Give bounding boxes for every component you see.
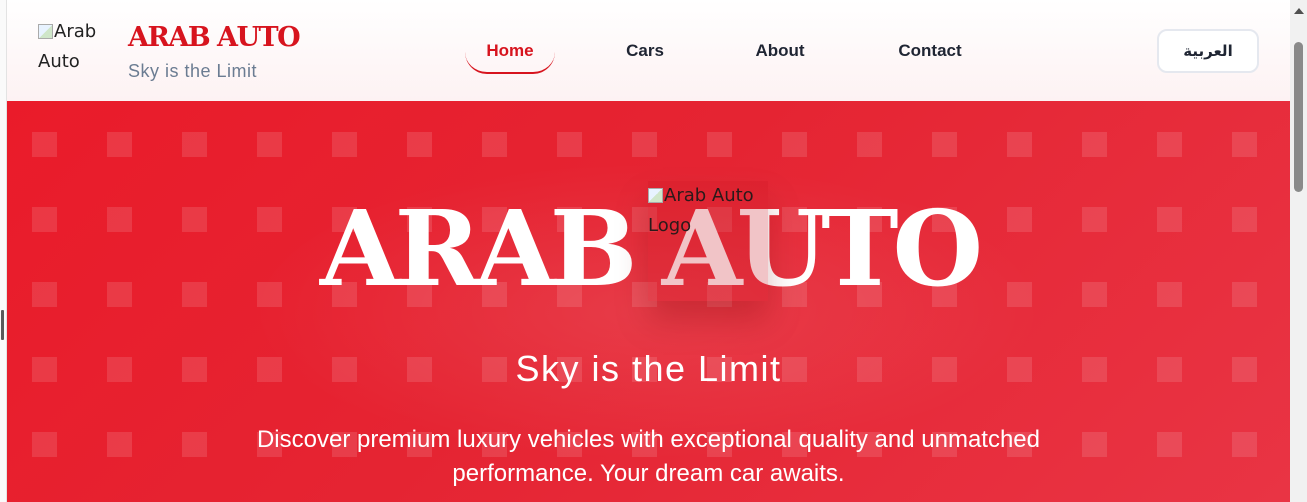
pattern-square [407,132,432,157]
pattern-square [1082,132,1107,157]
pattern-square [32,132,57,157]
brand-tagline: Sky is the Limit [128,61,258,81]
page-viewport: Arab Auto ARAB AUTO Sky is the Limit Hom… [7,0,1290,502]
pattern-square [632,132,657,157]
language-toggle-button[interactable]: العربية [1157,29,1259,73]
nav-cars[interactable]: Cars [610,26,680,74]
pattern-square [182,432,207,457]
hero-logo-alt: Arab Auto Logo [648,185,754,236]
hero-section: ARAB AUTO Arab Auto Logo Sky is the Limi… [7,101,1290,502]
pattern-square [182,132,207,157]
nav-home[interactable]: Home [465,26,555,74]
hero-logo-image: Arab Auto Logo [648,181,768,301]
pattern-square [707,132,732,157]
pattern-square [107,432,132,457]
pattern-square [1157,132,1182,157]
pattern-square [107,132,132,157]
window-left-edge [0,0,7,502]
hero-description: Discover premium luxury vehicles with ex… [256,426,1041,487]
pattern-square [932,132,957,157]
pattern-square [332,132,357,157]
pattern-square [257,132,282,157]
hero-subtitle: Sky is the Limit [515,348,782,389]
nav-contact[interactable]: Contact [885,26,975,74]
pattern-square [1157,432,1182,457]
pattern-square [857,132,882,157]
vertical-scrollbar[interactable] [1290,0,1307,502]
header-logo-image[interactable]: Arab Auto [38,17,118,77]
broken-image-icon [648,188,663,203]
brand-name[interactable]: ARAB AUTO [128,22,301,53]
pattern-square [782,132,807,157]
pattern-square [1232,132,1257,157]
pattern-square [1232,432,1257,457]
pattern-square [32,432,57,457]
site-header: Arab Auto ARAB AUTO Sky is the Limit Hom… [7,0,1290,101]
pattern-square [482,132,507,157]
scrollbar-thumb[interactable] [1294,42,1303,192]
nav-about[interactable]: About [745,26,815,74]
pattern-square [1007,132,1032,157]
broken-image-icon [38,24,53,39]
chevron-up-icon[interactable] [1294,8,1304,14]
resize-grip[interactable] [1,310,4,340]
pattern-square [557,132,582,157]
